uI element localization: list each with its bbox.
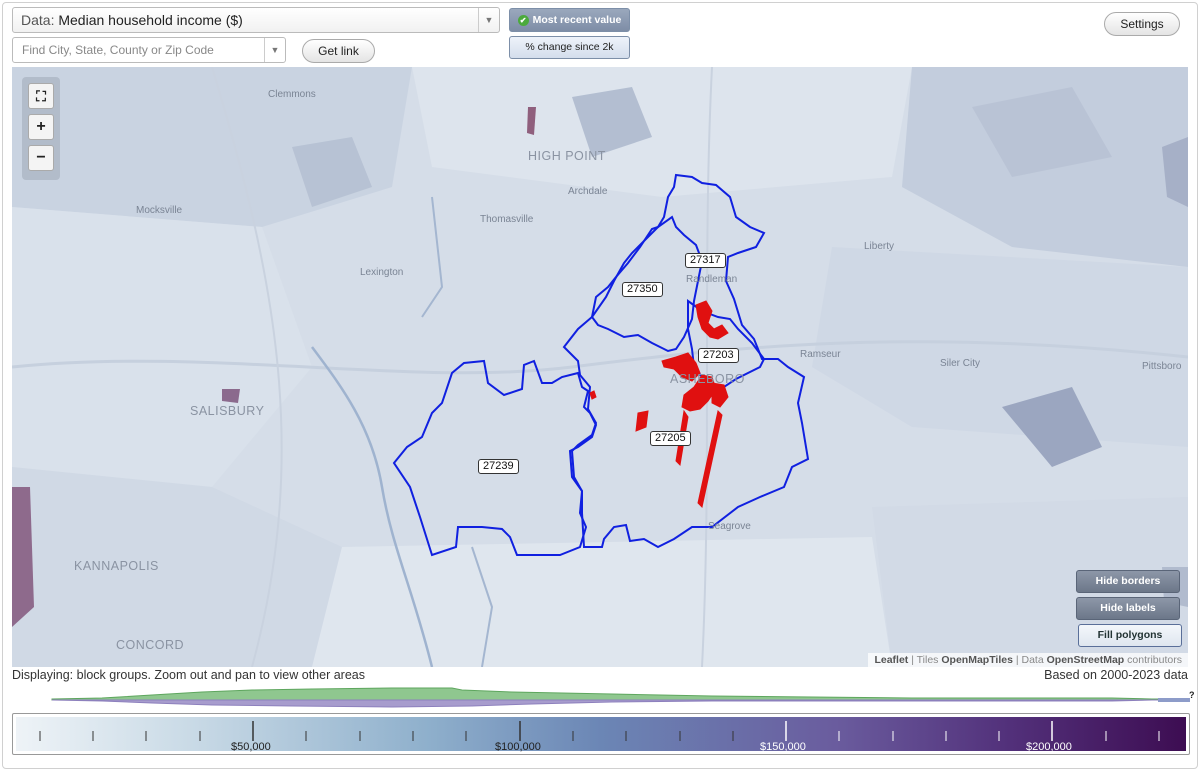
chevron-down-icon[interactable]: ▼ (478, 8, 499, 32)
most-recent-value-button[interactable]: ✔ Most recent value (509, 8, 630, 32)
zoom-control: ⛶ + − (22, 77, 60, 180)
chevron-down-icon[interactable]: ▼ (264, 38, 285, 62)
help-icon[interactable]: ? (1189, 690, 1195, 700)
data-select-value: Median household income ($) (58, 12, 243, 28)
place-label: Pittsboro (1142, 361, 1182, 372)
zip-label[interactable]: 27350 (622, 282, 663, 297)
place-label: Liberty (864, 241, 895, 252)
data-range: Based on 2000-2023 data (1044, 668, 1188, 682)
hide-borders-button[interactable]: Hide borders (1076, 570, 1180, 593)
legend-tick-label: $100,000 (495, 741, 541, 753)
place-label: Randleman (686, 274, 738, 285)
settings-button[interactable]: Settings (1104, 12, 1180, 36)
legend-tick-label: $200,000 (1026, 741, 1072, 753)
search-box[interactable]: ▼ (12, 37, 286, 63)
zoom-in-button[interactable]: + (28, 114, 54, 140)
place-label: Archdale (568, 186, 608, 197)
data-select[interactable]: Data: Median household income ($) ▼ (12, 7, 500, 33)
zoom-out-button[interactable]: − (28, 145, 54, 171)
fit-bounds-icon[interactable]: ⛶ (28, 83, 54, 109)
get-link-button[interactable]: Get link (302, 39, 375, 63)
histogram (51, 687, 1190, 708)
map[interactable]: Clemmons HIGH POINT Archdale Thomasville… (12, 67, 1188, 667)
attribution-text: contributors (1124, 654, 1182, 666)
attribution-text: | Tiles (908, 654, 942, 666)
zip-label[interactable]: 27205 (650, 431, 691, 446)
place-label: Clemmons (268, 89, 316, 100)
place-label: ASHEBORO (670, 372, 745, 386)
zip-label[interactable]: 27239 (478, 459, 519, 474)
place-label: Siler City (940, 358, 981, 369)
openmaptiles-link[interactable]: OpenMapTiles (941, 654, 1013, 666)
openstreetmap-link[interactable]: OpenStreetMap (1047, 654, 1125, 666)
pct-change-button[interactable]: % change since 2k (509, 36, 630, 59)
place-label: SALISBURY (190, 404, 265, 418)
place-label: Lexington (360, 267, 404, 278)
legend-tick-label: $50,000 (231, 741, 271, 753)
place-label: Thomasville (480, 214, 534, 225)
leaflet-link[interactable]: Leaflet (874, 654, 908, 666)
map-attribution: Leaflet | Tiles OpenMapTiles | Data Open… (868, 653, 1188, 667)
legend-ticks (39, 721, 1160, 741)
place-label: Ramseur (800, 349, 841, 360)
place-label: CONCORD (116, 638, 185, 652)
attribution-text: | Data (1012, 654, 1047, 666)
color-legend: $50,000 $100,000 $150,000 $200,000 (12, 713, 1190, 755)
most-recent-label: Most recent value (532, 14, 622, 26)
display-status: Displaying: block groups. Zoom out and p… (12, 668, 365, 682)
data-select-label: Data: (21, 12, 55, 28)
place-label: KANNAPOLIS (74, 559, 159, 573)
hide-labels-button[interactable]: Hide labels (1076, 597, 1180, 620)
fill-polygons-button[interactable]: Fill polygons (1078, 624, 1182, 647)
search-input[interactable] (20, 42, 264, 58)
place-label: HIGH POINT (528, 149, 606, 163)
check-icon: ✔ (517, 14, 529, 26)
place-label: Mocksville (136, 205, 183, 216)
place-label: Seagrove (708, 521, 751, 532)
zip-label[interactable]: 27203 (698, 348, 739, 363)
zip-label[interactable]: 27317 (685, 253, 726, 268)
legend-tick-label: $150,000 (760, 741, 806, 753)
